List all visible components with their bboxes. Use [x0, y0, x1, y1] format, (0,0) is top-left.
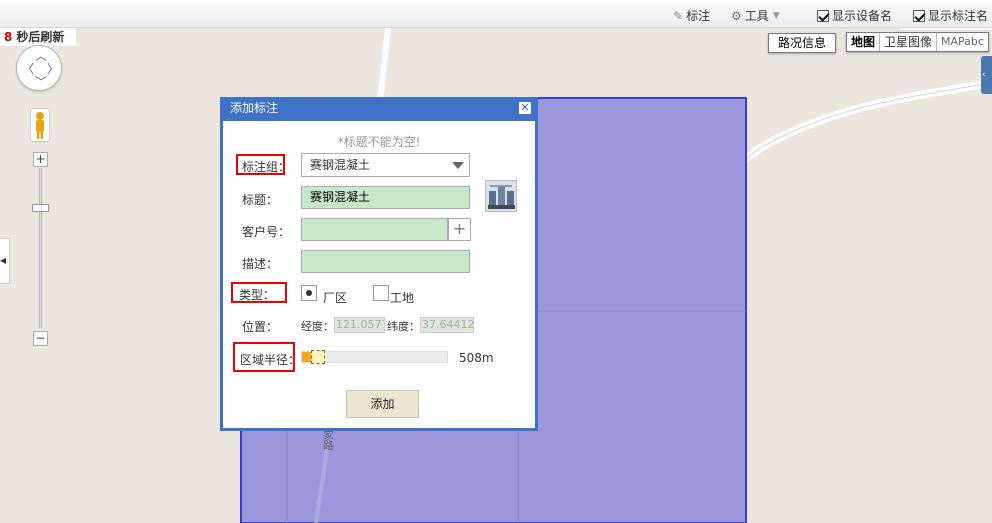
group-select[interactable]: 赛钢混凝土 [301, 153, 470, 177]
tools-label: 工具 [744, 9, 769, 23]
zoom-in-button[interactable]: + [33, 152, 48, 167]
zoom-slider-handle[interactable] [32, 204, 49, 212]
left-panel-toggle[interactable]: ◀ [0, 238, 10, 284]
type-label: 类型： [239, 288, 276, 302]
chevron-left-icon: ‹ [982, 70, 986, 80]
mark-label: 标注 [686, 9, 711, 23]
longitude-label: 经度： [301, 320, 334, 333]
refresh-countdown: 8 秒后刷新 [0, 28, 76, 46]
dialog-titlebar: 添加标注 ✕ [220, 97, 538, 121]
group-select-value: 赛钢混凝土 [310, 158, 371, 172]
radius-slider-fill [302, 352, 311, 362]
mark-icon-preview[interactable] [485, 180, 517, 212]
type-option-factory: 厂区 [323, 291, 348, 305]
map-type-satellite[interactable]: 卫星图像 [880, 33, 938, 51]
show-device-name-checkbox[interactable]: 显示设备名 [817, 7, 892, 24]
title-label: 标题： [242, 193, 279, 207]
latitude-input[interactable]: 37.644123 [420, 317, 474, 333]
dropdown-arrow-icon [452, 162, 464, 169]
pan-right-icon[interactable]: 〉 [47, 63, 59, 75]
gear-icon: ⚙ [731, 8, 742, 23]
triangle-left-icon: ◀ [0, 256, 7, 265]
close-icon[interactable]: ✕ [519, 102, 531, 114]
refresh-seconds: 8 [4, 30, 13, 44]
type-radio-factory[interactable] [301, 285, 317, 301]
map-type-map[interactable]: 地图 [847, 33, 881, 51]
radius-value: 508m [459, 351, 494, 365]
zoom-slider-track[interactable] [39, 168, 42, 328]
add-customer-button[interactable]: + [448, 218, 471, 241]
pan-left-icon[interactable]: 〈 [22, 63, 34, 75]
title-input[interactable]: 赛钢混凝土 [301, 186, 470, 209]
factory-icon [488, 185, 515, 209]
map-type-mapabc[interactable]: MAPabc [937, 33, 988, 51]
type-radio-site[interactable] [373, 285, 389, 301]
pegman-icon [36, 112, 44, 139]
mark-tool-button[interactable]: ✎ 标注 [673, 7, 710, 24]
traffic-info-button[interactable]: 路况信息 [768, 33, 836, 53]
pan-control[interactable]: ︿ ﹀ 〈 〉 [16, 45, 62, 91]
plus-icon: + [452, 219, 467, 238]
street-view-pegman[interactable] [30, 108, 50, 142]
chevron-down-icon: ▼ [772, 10, 780, 21]
group-label: 标注组： [242, 160, 291, 174]
map-type-switcher: 地图 卫星图像 MAPabc [846, 32, 989, 52]
description-input[interactable] [301, 250, 470, 273]
pan-down-icon[interactable]: ﹀ [35, 76, 47, 88]
add-mark-dialog: 添加标注 ✕ *标题不能为空! 标注组： 赛钢混凝土 标题： 赛钢混凝土 客户号… [220, 97, 538, 431]
pin-icon: ✎ [673, 8, 684, 23]
description-label: 描述： [242, 257, 279, 271]
dialog-title: 添加标注 [230, 101, 279, 115]
position-label: 位置： [242, 320, 279, 334]
right-panel-toggle[interactable]: ‹ [981, 56, 992, 94]
latitude-label: 纬度： [387, 320, 420, 333]
add-button[interactable]: 添加 [346, 390, 419, 418]
show-mark-name-label: 显示标注名 [928, 9, 989, 23]
road-label: 家路 [321, 430, 332, 450]
radius-slider[interactable] [301, 350, 448, 364]
checkbox-icon [913, 9, 925, 22]
show-mark-name-checkbox[interactable]: 显示标注名 [913, 7, 988, 24]
type-option-site: 工地 [390, 291, 415, 305]
title-required-hint: *标题不能为空! [337, 135, 421, 149]
customer-input[interactable] [301, 218, 448, 241]
top-toolbar: ✎ 标注 ⚙ 工具 ▼ 显示设备名 显示标注名 [0, 0, 992, 28]
show-device-name-label: 显示设备名 [832, 9, 893, 23]
radius-slider-handle[interactable] [311, 350, 325, 364]
refresh-text: 秒后刷新 [16, 30, 65, 44]
longitude-input[interactable]: 121.0577 [334, 317, 385, 333]
radius-label: 区域半径： [240, 353, 301, 367]
customer-label: 客户号： [242, 225, 291, 239]
checkbox-icon [817, 9, 829, 22]
zoom-out-button[interactable]: − [33, 331, 48, 346]
tools-menu[interactable]: ⚙ 工具 ▼ [731, 7, 780, 24]
pan-up-icon[interactable]: ︿ [35, 50, 47, 62]
